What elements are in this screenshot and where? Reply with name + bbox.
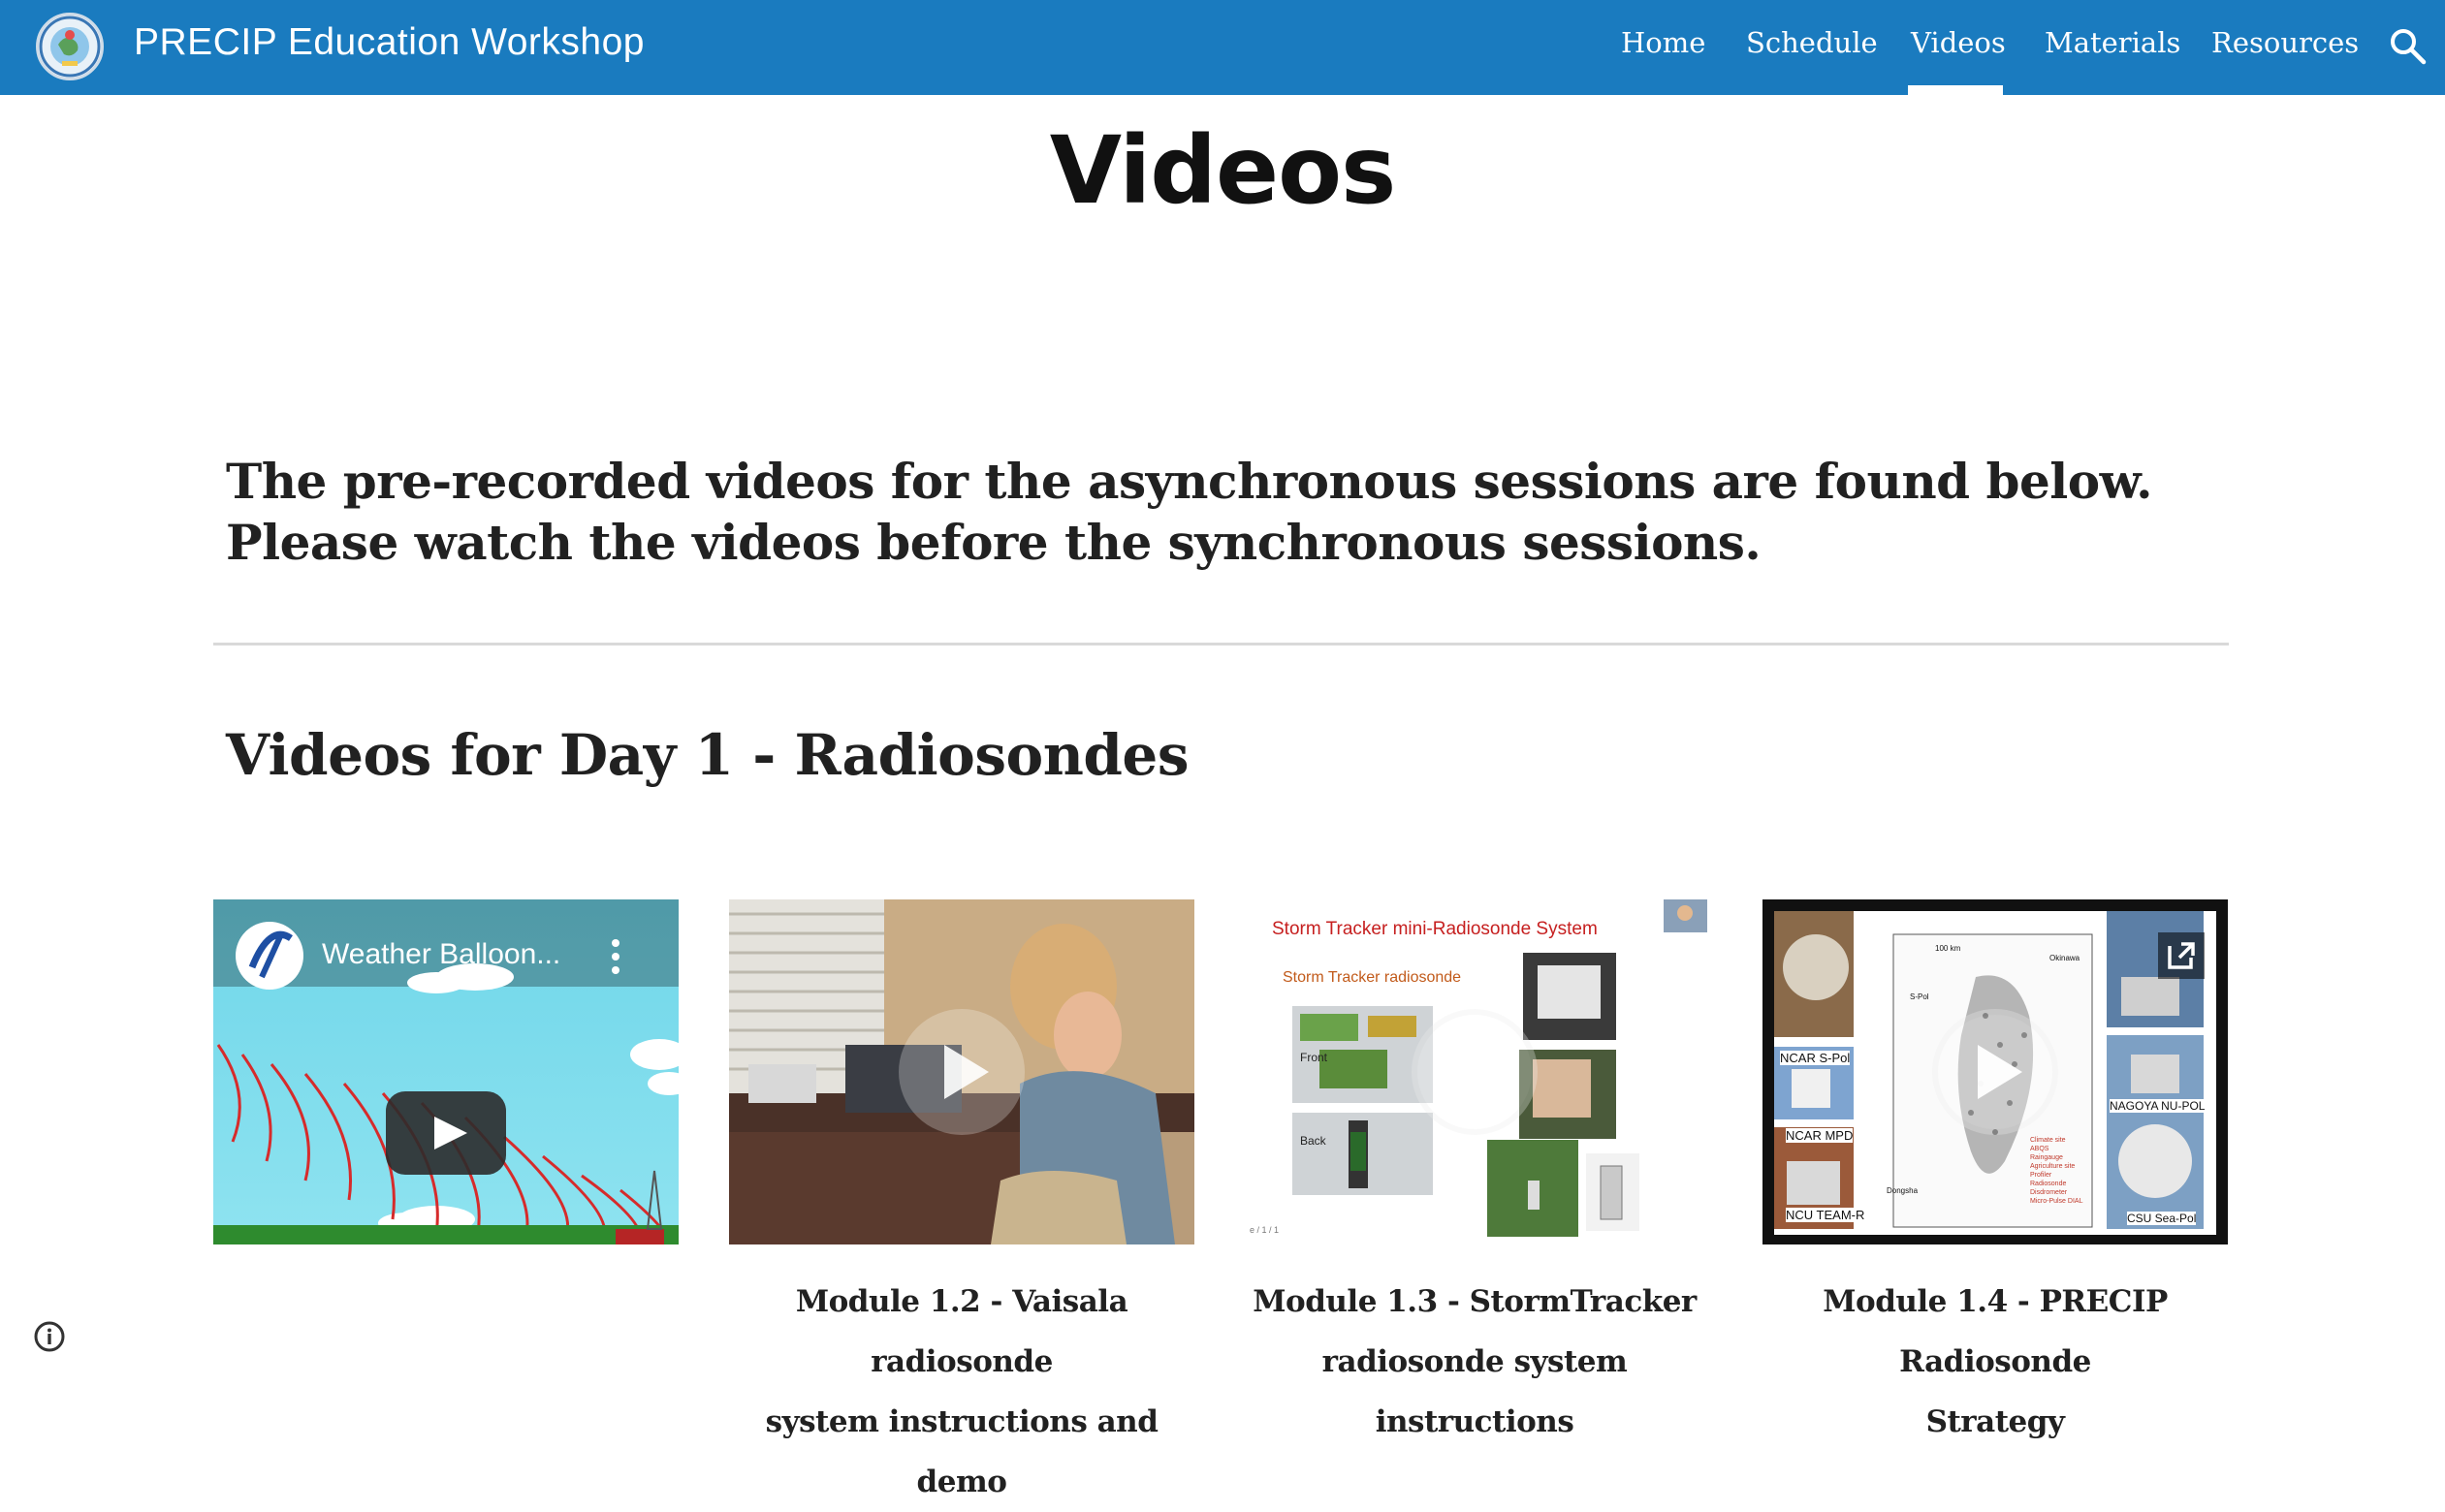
legend-radiosonde: Radiosonde [2030,1181,2067,1187]
caption-line-1: Module 1.4 - PRECIP Radiosonde [1823,1284,2168,1379]
video-thumbnail-2[interactable] [729,899,1194,1244]
map-label-seapol: CSU Sea-Pol [2127,1212,2197,1225]
caption-line-2: Strategy [1925,1404,2065,1439]
search-icon[interactable] [2387,25,2429,68]
video-thumbnail-4[interactable]: NCAR S-Pol NCAR MPD NCU TEAM-R NAGOYA NU… [1762,899,2228,1244]
embed-title[interactable]: Weather Balloon... [322,938,560,971]
nav-materials[interactable]: Materials [2045,26,2180,59]
day-heading: Videos for Day 1 - Radiosondes [226,722,1189,788]
info-icon[interactable] [33,1320,66,1353]
legend-micro-pulse: Micro-Pulse DIAL [2030,1198,2083,1205]
video-caption-2[interactable]: Module 1.2 - Vaisala radiosonde system i… [729,1272,1194,1512]
nav-schedule[interactable]: Schedule [1746,26,1878,59]
legend-abqs: ABQS [2030,1146,2049,1152]
site-logo[interactable] [36,13,104,80]
map-label-teamr: NCU TEAM-R [1786,1208,1865,1222]
video-embed-1[interactable]: Weather Balloon... [213,899,679,1244]
caption-line-1: Module 1.3 - StormTracker [1253,1284,1697,1319]
nav-videos[interactable]: Videos [1911,26,2006,59]
caption-line-2: system instructions and demo [765,1404,1159,1499]
video-caption-4[interactable]: Module 1.4 - PRECIP Radiosonde Strategy [1762,1272,2228,1452]
page-title: Videos [1049,116,1396,225]
section-divider [213,643,2229,646]
map-label-okinawa: Okinawa [2049,954,2080,962]
legend-agriculture: Agriculture site [2030,1163,2076,1170]
legend-climate-site: Climate site [2030,1137,2066,1144]
video-caption-3[interactable]: Module 1.3 - StormTracker radiosonde sys… [1242,1272,1707,1452]
video-thumbnail-3[interactable]: Storm Tracker mini-Radiosonde System Sto… [1242,899,1707,1244]
open-external-icon[interactable] [2158,932,2205,979]
slide-label-back: Back [1300,1134,1326,1148]
map-legend: Climate site ABQS Raingauge Agriculture … [2030,1136,2082,1206]
nav-home[interactable]: Home [1621,26,1705,59]
legend-profiler: Profiler [2030,1172,2052,1179]
caption-line-2: radiosonde system instructions [1321,1344,1628,1439]
nav-resources[interactable]: Resources [2211,26,2359,59]
intro-text: The pre-recorded videos for the asynchro… [226,453,2153,571]
slide-label-front: Front [1300,1051,1328,1064]
map-label-spol-site: S-Pol [1910,992,1929,1001]
caption-line-1: Module 1.2 - Vaisala radiosonde [795,1284,1128,1379]
map-scale: 100 km [1935,944,1961,953]
legend-raingauge: Raingauge [2030,1154,2063,1161]
slide-footer: e / 1 / 1 [1250,1225,1280,1235]
site-title[interactable]: PRECIP Education Workshop [134,21,645,64]
site-header: PRECIP Education Workshop Home Schedule … [0,0,2445,95]
active-nav-indicator [1908,85,2003,95]
map-label-nupol: NAGOYA NU-POL [2110,1099,2206,1113]
map-label-mpd: NCAR MPD [1786,1128,1854,1143]
map-label-dongsha: Dongsha [1887,1186,1919,1195]
map-label-spol: NCAR S-Pol [1780,1051,1851,1065]
legend-disdrometer: Disdrometer [2030,1189,2068,1196]
